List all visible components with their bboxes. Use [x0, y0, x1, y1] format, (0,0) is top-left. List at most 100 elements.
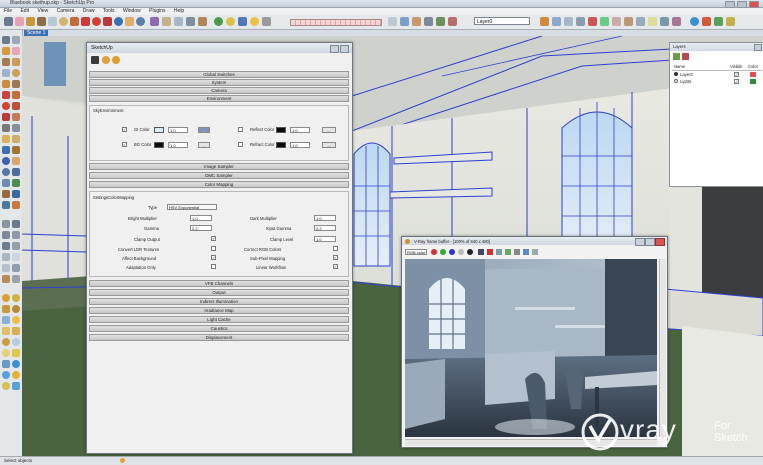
- protractor-icon-2[interactable]: [2, 135, 10, 143]
- walk-icon[interactable]: [412, 17, 421, 26]
- dark-multiplier-value[interactable]: 1.0: [314, 215, 336, 221]
- linear-workflow-check[interactable]: ✓: [333, 264, 338, 269]
- walk-icon-2[interactable]: [2, 201, 10, 209]
- red-channel-icon[interactable]: [431, 249, 437, 255]
- zoom-icon[interactable]: [2, 168, 10, 176]
- section-displacement[interactable]: Displacement: [89, 334, 349, 341]
- save-preset-icon[interactable]: [91, 56, 99, 64]
- reset-preset-icon[interactable]: [112, 56, 120, 64]
- menu-tools[interactable]: Tools: [103, 8, 115, 14]
- sun-icon[interactable]: [250, 17, 259, 26]
- proxy-icon[interactable]: [12, 360, 20, 368]
- paint-icon[interactable]: [2, 47, 10, 55]
- active-layer-radio[interactable]: [674, 72, 678, 76]
- reflect-color-check[interactable]: [238, 127, 243, 132]
- menu-camera[interactable]: Camera: [57, 8, 75, 14]
- section-irradiance-map[interactable]: Irradiance Map: [89, 307, 349, 314]
- section-camera[interactable]: Camera: [89, 87, 349, 94]
- fb-maximize-icon[interactable]: [645, 238, 655, 246]
- section-output[interactable]: Output: [89, 289, 349, 296]
- select-tool-icon[interactable]: [4, 17, 13, 26]
- fb-minimize-icon[interactable]: [635, 238, 645, 246]
- blue-channel-icon[interactable]: [449, 249, 455, 255]
- sphere-light-icon[interactable]: [2, 349, 10, 357]
- dimension-icon-2[interactable]: [12, 124, 20, 132]
- fb-close-icon[interactable]: [655, 238, 665, 246]
- vray-materials-icon[interactable]: [12, 305, 20, 313]
- monochrome-icon[interactable]: [12, 275, 20, 283]
- ies-light-icon[interactable]: [2, 338, 10, 346]
- zoom-extents-icon[interactable]: [150, 17, 159, 26]
- position-camera-icon[interactable]: [672, 17, 681, 26]
- save-image-icon[interactable]: [478, 249, 484, 255]
- rotate-icon[interactable]: [2, 102, 10, 110]
- clear-image-icon[interactable]: [487, 249, 493, 255]
- back-view-icon[interactable]: [2, 242, 10, 250]
- hidden-line-icon[interactable]: [2, 264, 10, 272]
- menu-edit[interactable]: Edit: [20, 8, 29, 14]
- gi-color-swatch[interactable]: [154, 127, 164, 133]
- section-image-sampler[interactable]: Image Sampler: [89, 163, 349, 170]
- styles-icon[interactable]: [174, 17, 183, 26]
- axes-icon[interactable]: [588, 17, 597, 26]
- iso-view-icon[interactable]: [2, 220, 10, 228]
- paint-tool-icon[interactable]: [26, 17, 35, 26]
- gi-color-value[interactable]: 1.0: [168, 127, 188, 133]
- freehand-icon[interactable]: [12, 80, 20, 88]
- section-system[interactable]: System: [89, 79, 349, 86]
- refract-color-swatch[interactable]: [276, 142, 286, 148]
- vray-fb-icon[interactable]: [2, 316, 10, 324]
- section-caustics[interactable]: Caustics: [89, 325, 349, 332]
- offset-icon-2[interactable]: [12, 113, 20, 121]
- 3dtext-icon[interactable]: [12, 146, 20, 154]
- eraser-tool-icon[interactable]: [15, 17, 24, 26]
- section-light-cache[interactable]: Light Cache: [89, 316, 349, 323]
- scale-tool-icon[interactable]: [103, 17, 112, 26]
- offset-icon[interactable]: [636, 17, 645, 26]
- shaded-icon[interactable]: [198, 17, 207, 26]
- layers-icon[interactable]: [436, 17, 445, 26]
- dialog-close-icon[interactable]: [340, 45, 349, 53]
- orbit-tool-icon[interactable]: [114, 17, 123, 26]
- tape-measure-icon[interactable]: [648, 17, 657, 26]
- xray-icon[interactable]: [186, 17, 195, 26]
- shadow-icon[interactable]: [262, 17, 271, 26]
- rect-light-icon[interactable]: [2, 327, 10, 335]
- google-earth-icon[interactable]: [690, 17, 699, 26]
- menu-help[interactable]: Help: [174, 8, 184, 14]
- duplicate-icon[interactable]: [496, 249, 502, 255]
- textured-icon[interactable]: [2, 275, 10, 283]
- refract-color-value[interactable]: 1.0: [290, 142, 310, 148]
- protractor-icon[interactable]: [576, 17, 585, 26]
- section-dmc-sampler[interactable]: DMC Sampler: [89, 172, 349, 179]
- section-color-mapping[interactable]: Color Mapping: [89, 181, 349, 188]
- look-icon[interactable]: [12, 190, 20, 198]
- zoom-window-icon[interactable]: [12, 168, 20, 176]
- material-editor-icon[interactable]: [226, 17, 235, 26]
- xray-icon-2[interactable]: [2, 253, 10, 261]
- circle-tool-icon[interactable]: [59, 17, 68, 26]
- options-icon[interactable]: [238, 17, 247, 26]
- layer-select[interactable]: Layer0: [474, 17, 530, 25]
- mono-channel-icon[interactable]: [467, 249, 473, 255]
- front-view-icon[interactable]: [2, 231, 10, 239]
- follow-me-icon-2[interactable]: [12, 102, 20, 110]
- pan-icon[interactable]: [12, 157, 20, 165]
- close-button[interactable]: [749, 1, 759, 8]
- shaded-icon-2[interactable]: [12, 264, 20, 272]
- menu-view[interactable]: View: [37, 8, 48, 14]
- paint-bucket-icon[interactable]: [540, 17, 549, 26]
- time-slider-icon[interactable]: [388, 17, 397, 26]
- dialog-help-icon[interactable]: [330, 45, 339, 53]
- section-icon-2[interactable]: [12, 201, 20, 209]
- clamp-output-check[interactable]: ✓: [211, 236, 216, 241]
- add-layer-icon[interactable]: [673, 53, 680, 60]
- left-view-icon[interactable]: [12, 242, 20, 250]
- load-preset-icon[interactable]: [102, 56, 110, 64]
- layer-radio[interactable]: [674, 79, 678, 83]
- eraser-icon[interactable]: [12, 47, 20, 55]
- vray-interactive-icon[interactable]: [12, 294, 20, 302]
- polygon-icon[interactable]: [2, 80, 10, 88]
- adaptation-only-check[interactable]: [211, 264, 216, 269]
- section-icon[interactable]: [424, 17, 433, 26]
